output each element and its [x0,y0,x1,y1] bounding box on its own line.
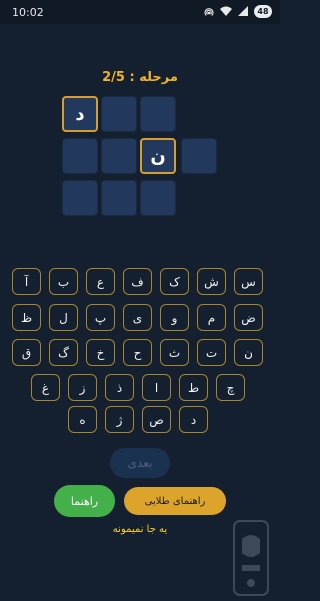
letter-key[interactable]: ط [179,374,208,401]
puzzle-cell[interactable] [140,180,176,216]
puzzle-cell[interactable] [181,138,217,174]
letter-key[interactable]: و [160,304,189,331]
letter-key[interactable]: خ [86,339,115,366]
puzzle-cell[interactable] [62,138,98,174]
word-puzzle-grid: د ن [0,0,280,230]
letter-key[interactable]: ا [142,374,171,401]
puzzle-cell[interactable]: ن [140,138,176,174]
letter-key[interactable]: ک [160,268,189,295]
puzzle-cell[interactable] [101,138,137,174]
letter-key[interactable]: ظ [12,304,41,331]
puzzle-cell[interactable] [101,180,137,216]
hint-button[interactable]: راهنما [54,485,115,517]
golden-hint-button[interactable]: راهنمای طلایی [124,487,226,515]
letter-key[interactable]: ن [234,339,263,366]
letter-key[interactable]: ش [197,268,226,295]
letter-key[interactable]: ز [68,374,97,401]
letter-key[interactable]: پ [86,304,115,331]
letter-key[interactable]: د [179,406,208,433]
puzzle-cell[interactable] [101,96,137,132]
letter-key[interactable]: غ [31,374,60,401]
letter-key[interactable]: ع [86,268,115,295]
letter-key[interactable]: گ [49,339,78,366]
letter-key[interactable]: ه [68,406,97,433]
letter-key[interactable]: ص [142,406,171,433]
letter-key[interactable]: ت [197,339,226,366]
letter-key[interactable]: ژ [105,406,134,433]
letter-key[interactable]: ف [123,268,152,295]
puzzle-cell[interactable] [62,180,98,216]
letter-key[interactable]: ب [49,268,78,295]
puzzle-cell[interactable]: د [62,96,98,132]
letter-key[interactable]: ی [123,304,152,331]
letter-key[interactable]: ذ [105,374,134,401]
next-button[interactable]: بعدی [110,448,170,478]
letter-key[interactable]: آ [12,268,41,295]
letter-key[interactable]: م [197,304,226,331]
letter-key[interactable]: ح [123,339,152,366]
letter-key[interactable]: ق [12,339,41,366]
letter-key[interactable]: ل [49,304,78,331]
letter-keyboard: س ش ک ف ع ب آ ض م و ی پ ل ظ ن ت ث ح خ گ … [11,263,269,437]
puzzle-cell[interactable] [140,96,176,132]
letter-key[interactable]: ث [160,339,189,366]
letter-key[interactable]: چ [216,374,245,401]
letter-key[interactable]: ض [234,304,263,331]
watermark-logo-icon [230,519,272,597]
letter-key[interactable]: س [234,268,263,295]
